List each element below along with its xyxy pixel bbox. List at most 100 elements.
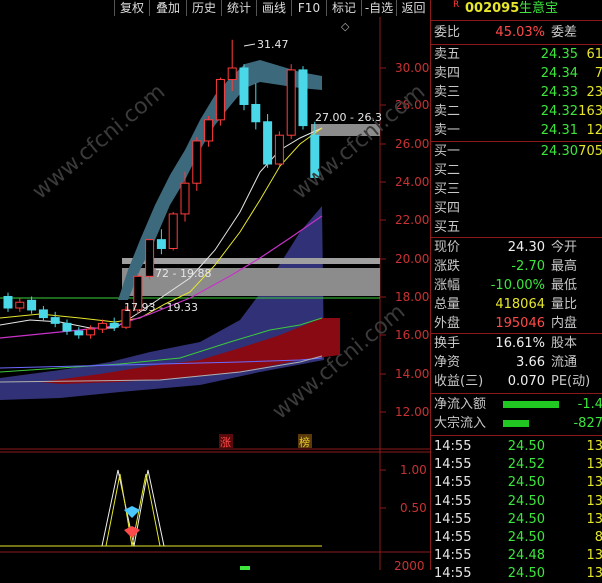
stat-label: 总量 [434, 297, 461, 312]
candle-body [239, 67, 249, 105]
bid-row: 买四 [431, 200, 602, 218]
ask-price: 24.31 [540, 123, 578, 138]
back-button[interactable]: 返回 [396, 0, 431, 16]
flow-bar [503, 401, 559, 408]
watermark: www.cfcni.com [28, 79, 170, 204]
range-low-label: 17.93 - 19.33 [124, 301, 198, 314]
stat2-right-label: PE(动) [551, 374, 591, 389]
tick-row: 14:55 24.52 13 [431, 456, 602, 474]
stat-right-label: 最高 [551, 259, 578, 274]
tick-price: 24.52 [507, 457, 545, 473]
stat2-label: 换手 [434, 336, 461, 351]
indicator-panel: 1.00 0.50 2000 [0, 463, 427, 570]
tick-price: 24.50 [507, 530, 545, 545]
y-tick-label: 20.00 [395, 252, 429, 266]
candle-body [227, 67, 237, 81]
flow-value: -827 [573, 416, 602, 431]
candle-body [168, 213, 178, 249]
ask-volume: 7 [594, 66, 602, 81]
stat-right-label: 内盘 [551, 316, 578, 331]
draw-line-button[interactable]: 画线 [256, 0, 291, 16]
overlay-button[interactable]: 叠加 [149, 0, 186, 16]
candle-body [251, 103, 261, 123]
tick-volume: 13 [586, 566, 602, 582]
weibi-row: 委比 45.03% 委差 [431, 24, 602, 42]
stat-label: 涨跌 [434, 259, 461, 274]
watchlist-button[interactable]: -自选 [361, 0, 396, 16]
ask-row: 卖一 24.31 12 [431, 122, 602, 140]
tick-price: 24.50 [507, 511, 545, 527]
ask-label: 卖一 [434, 123, 461, 138]
ask-label: 卖三 [434, 85, 461, 100]
candle-body [97, 322, 107, 330]
stat-row: 现价 24.30 今开 [431, 239, 602, 257]
y-tick-label: 18.00 [395, 290, 429, 304]
ask-price: 24.32 [540, 104, 578, 119]
tick-price: 24.50 [507, 566, 545, 582]
mark-button[interactable]: 标记 [326, 0, 361, 16]
y-tick-label: 22.00 [395, 213, 429, 227]
kline-chart[interactable]: 30.00 28.00 26.00 24.00 22.00 20.00 18.0… [0, 17, 430, 570]
candle-body [62, 322, 72, 332]
stat2-right-label: 流通 [551, 355, 578, 370]
ask-volume: 163 [578, 104, 602, 119]
f10-button[interactable]: F10 [291, 0, 326, 16]
bid-label: 买四 [434, 201, 461, 216]
ask-volume: 23 [586, 85, 602, 100]
ask-label: 卖五 [434, 47, 461, 62]
bid-row: 买五 [431, 219, 602, 237]
bid-price: 24.30 [540, 144, 578, 159]
bid-volume: 705 [578, 144, 602, 159]
ask-label: 卖四 [434, 66, 461, 81]
tick-volume: 8 [594, 530, 602, 545]
tick-volume: 13 [586, 548, 602, 564]
tick-volume: 13 [586, 457, 602, 473]
stat-value: 24.30 [507, 240, 545, 255]
bang-marker-text: 榜 [299, 435, 310, 449]
bid-row: 买一 24.30 705 [431, 143, 602, 161]
fuquan-button[interactable]: 复权 [114, 0, 149, 16]
weibi-label: 委比 [434, 25, 461, 40]
y-tick-label: 26.00 [395, 137, 429, 151]
stat2-row: 净资 3.66 流通 [431, 354, 602, 372]
candle-body [180, 182, 190, 215]
stat2-right-label: 股本 [551, 336, 578, 351]
stat-right-label: 今开 [551, 240, 578, 255]
tick-time: 14:55 [434, 475, 472, 491]
ask-volume: 12 [586, 123, 602, 138]
candle-body [109, 322, 119, 328]
candle-body [298, 69, 308, 127]
separator [431, 44, 602, 45]
diamond-icon[interactable]: ◇ [341, 20, 350, 33]
ask-price: 24.35 [540, 47, 578, 62]
weicha-label: 委差 [551, 25, 578, 40]
stats-button[interactable]: 统计 [221, 0, 256, 16]
tick-row: 14:55 24.50 13 [431, 565, 602, 583]
tick-price: 24.48 [507, 548, 545, 564]
flow-row: 大宗流入 -827 [431, 415, 602, 433]
tick-time: 14:55 [434, 439, 472, 454]
quote-panel: R 002095 生意宝 委比 45.03% 委差 卖五 24.35 61 卖四 24.… [430, 0, 602, 581]
candle-body [274, 134, 284, 165]
flow-bar [503, 420, 529, 427]
candle-body [27, 299, 37, 311]
weibi-value: 45.03% [495, 25, 545, 40]
y-tick-label: 16.00 [395, 328, 429, 342]
tick-time: 14:55 [434, 511, 472, 527]
bid-label: 买一 [434, 144, 461, 159]
stock-header: R 002095 生意宝 [431, 0, 602, 18]
history-button[interactable]: 历史 [186, 0, 221, 16]
tick-row: 14:55 24.50 8 [431, 529, 602, 547]
y-tick-label: 30.00 [395, 61, 429, 75]
candle-body [38, 309, 48, 319]
flow-row: 净流入额 -1.4 [431, 396, 602, 414]
stock-name: 生意宝 [519, 1, 559, 16]
candle-body [15, 301, 25, 309]
candle-body [286, 69, 296, 136]
stat2-label: 收益(三) [434, 374, 484, 389]
ask-row: 卖三 24.33 23 [431, 84, 602, 102]
stat-value: -10.00% [490, 278, 545, 293]
stat-row: 总量 418064 量比 [431, 296, 602, 314]
ask-row: 卖五 24.35 61 [431, 46, 602, 64]
tick-time: 14:55 [434, 566, 472, 582]
